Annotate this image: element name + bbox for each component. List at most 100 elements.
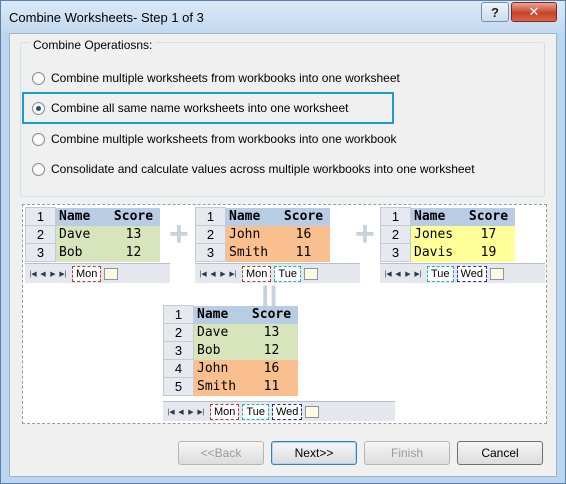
option-label: Combine multiple worksheets from workboo… <box>51 71 400 85</box>
back-button[interactable]: <<Back <box>178 441 264 465</box>
row-number: 3 <box>380 243 411 262</box>
next-button[interactable]: Next>> <box>271 441 357 465</box>
first-sheet-icon: |◀ <box>167 408 175 416</box>
cell-name: Smith <box>225 243 278 262</box>
sheet-tabs-book2: |◀ ◀ ▶ ▶| Mon Tue <box>195 263 360 283</box>
row-number: 2 <box>163 323 194 342</box>
prev-sheet-icon: ◀ <box>178 408 184 416</box>
cell-name: Bob <box>55 243 108 262</box>
cell-name: Jones <box>410 225 463 244</box>
sheet-tab-tue: Tue <box>274 265 301 282</box>
sheet-tabs-book3: |◀ ◀ ▶ ▶| Tue Wed <box>380 263 545 283</box>
row-number: 4 <box>163 359 194 378</box>
title-bar[interactable]: Combine Worksheets- Step 1 of 3 ? ✕ <box>1 1 565 33</box>
first-sheet-icon: |◀ <box>384 270 392 278</box>
first-sheet-icon: |◀ <box>29 270 37 278</box>
preview-illustration: 1 Name Score 2 Dave 13 3 Bob 12 |◀ ◀ ▶ ▶| Mon + 1… <box>22 204 547 424</box>
row-number: 1 <box>195 207 226 226</box>
sheet-book3: 1 Name Score 2 Jones 17 3 Davis 19 <box>380 207 515 262</box>
option-combine-into-one-workbook[interactable]: Combine multiple worksheets from workboo… <box>32 132 397 146</box>
sheet-tabs-result: |◀ ◀ ▶ ▶| Mon Tue Wed <box>163 401 395 421</box>
help-button[interactable]: ? <box>481 2 509 22</box>
plus-sign: + <box>355 215 375 253</box>
last-sheet-icon: ▶| <box>59 270 67 278</box>
group-legend: Combine Operatiosns: <box>30 38 156 52</box>
cell-score: 16 <box>245 359 298 378</box>
cancel-button[interactable]: Cancel <box>457 441 543 465</box>
next-sheet-icon: ▶ <box>220 270 226 278</box>
finish-button[interactable]: Finish <box>364 441 450 465</box>
cell-name: John <box>193 359 246 378</box>
option-label: Consolidate and calculate values across … <box>51 162 475 176</box>
cell-name: John <box>225 225 278 244</box>
row-number: 1 <box>25 207 56 226</box>
sheet-tab-tue: Tue <box>427 265 454 282</box>
sheet-tab-mon: Mon <box>242 265 272 282</box>
insert-sheet-icon <box>305 405 320 418</box>
option-combine-worksheets-into-one-worksheet[interactable]: Combine multiple worksheets from workboo… <box>32 71 400 85</box>
sheet-tab-tue: Tue <box>242 403 269 420</box>
cell-score: 12 <box>107 243 160 262</box>
cell-score: 13 <box>107 225 160 244</box>
sheet-tab-wed: Wed <box>271 403 303 420</box>
window-title: Combine Worksheets- Step 1 of 3 <box>9 10 204 25</box>
header-name: Name <box>225 207 278 226</box>
sheet-tab-mon: Mon <box>210 403 240 420</box>
option-consolidate-and-calculate[interactable]: Consolidate and calculate values across … <box>32 162 475 176</box>
last-sheet-icon: ▶| <box>229 270 237 278</box>
cell-score: 12 <box>245 341 298 360</box>
option-combine-same-name-worksheets[interactable]: Combine all same name worksheets into on… <box>32 101 348 115</box>
option-label: Combine all same name worksheets into on… <box>51 101 349 115</box>
next-sheet-icon: ▶ <box>50 270 56 278</box>
cell-name: Davis <box>410 243 463 262</box>
radio-button[interactable] <box>32 132 45 146</box>
header-score: Score <box>462 207 515 226</box>
insert-sheet-icon <box>303 267 318 280</box>
radio-button[interactable] <box>32 162 45 176</box>
sheet-book2: 1 Name Score 2 John 16 3 Smith 11 <box>195 207 330 262</box>
prev-sheet-icon: ◀ <box>210 270 216 278</box>
dialog-body: Combine Operatiosns: Combine multiple wo… <box>9 33 557 477</box>
header-name: Name <box>193 305 246 324</box>
row-number: 2 <box>380 225 411 244</box>
header-score: Score <box>245 305 298 324</box>
row-number: 1 <box>163 305 194 324</box>
radio-button[interactable] <box>32 71 45 85</box>
cell-score: 16 <box>277 225 330 244</box>
sheet-nav-arrows: |◀ ◀ ▶ ▶| <box>198 270 238 278</box>
sheet-book1: 1 Name Score 2 Dave 13 3 Bob 12 <box>25 207 160 262</box>
header-name: Name <box>410 207 463 226</box>
sheet-nav-arrows: |◀ ◀ ▶ ▶| <box>166 408 206 416</box>
radio-button-selected[interactable] <box>32 101 45 115</box>
next-sheet-icon: ▶ <box>405 270 411 278</box>
prev-sheet-icon: ◀ <box>395 270 401 278</box>
sheet-nav-arrows: |◀ ◀ ▶ ▶| <box>28 270 68 278</box>
cell-score: 17 <box>462 225 515 244</box>
header-name: Name <box>55 207 108 226</box>
option-label: Combine multiple worksheets from workboo… <box>51 132 397 146</box>
sheet-tab-mon: Mon <box>72 265 102 282</box>
combine-worksheets-dialog: Combine Worksheets- Step 1 of 3 ? ✕ Comb… <box>0 0 566 484</box>
last-sheet-icon: ▶| <box>197 408 205 416</box>
cell-score: 11 <box>277 243 330 262</box>
first-sheet-icon: |◀ <box>199 270 207 278</box>
insert-sheet-icon <box>489 267 504 280</box>
next-sheet-icon: ▶ <box>188 408 194 416</box>
header-score: Score <box>107 207 160 226</box>
row-number: 3 <box>163 341 194 360</box>
cell-name: Smith <box>193 377 246 396</box>
cell-score: 13 <box>245 323 298 342</box>
cell-name: Dave <box>193 323 246 342</box>
plus-sign: + <box>169 215 189 253</box>
cell-score: 19 <box>462 243 515 262</box>
row-number: 3 <box>25 243 56 262</box>
last-sheet-icon: ▶| <box>414 270 422 278</box>
close-button[interactable]: ✕ <box>511 2 557 22</box>
cell-name: Bob <box>193 341 246 360</box>
row-number: 2 <box>25 225 56 244</box>
insert-sheet-icon <box>104 267 119 280</box>
sheet-tab-wed: Wed <box>456 265 487 282</box>
cell-score: 11 <box>245 377 298 396</box>
row-number: 1 <box>380 207 411 226</box>
row-number: 3 <box>195 243 226 262</box>
